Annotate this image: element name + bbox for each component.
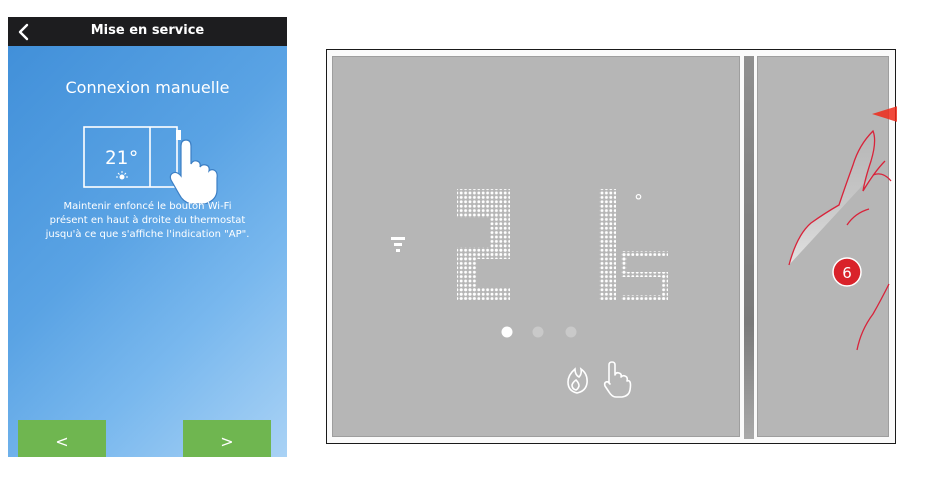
thermostat-device: ° 6 [326, 49, 897, 444]
instruction-line: Maintenir enfoncé le bouton Wi-Fi [63, 201, 232, 212]
sun-icon [116, 171, 128, 180]
thermostat-divider [744, 56, 754, 439]
phone-screen: Mise en service Connexion manuelle 21° M… [8, 17, 287, 457]
thermostat-display [332, 56, 740, 437]
instruction-text: Maintenir enfoncé le bouton Wi-Fi présen… [14, 200, 281, 242]
thermostat-side-panel[interactable] [757, 56, 889, 437]
app-header: Mise en service [8, 17, 287, 46]
mini-temperature: 21° [105, 147, 139, 169]
screen-heading: Connexion manuelle [65, 78, 230, 97]
next-button[interactable]: > [183, 420, 271, 457]
thermostat-illustration: 21° [83, 126, 218, 204]
previous-button[interactable]: < [18, 420, 106, 457]
page-title: Mise en service [90, 23, 205, 38]
instruction-line: jusqu'à ce que s'affiche l'indication "A… [45, 229, 250, 240]
instruction-line: présent en haut à droite du thermostat [49, 215, 246, 226]
